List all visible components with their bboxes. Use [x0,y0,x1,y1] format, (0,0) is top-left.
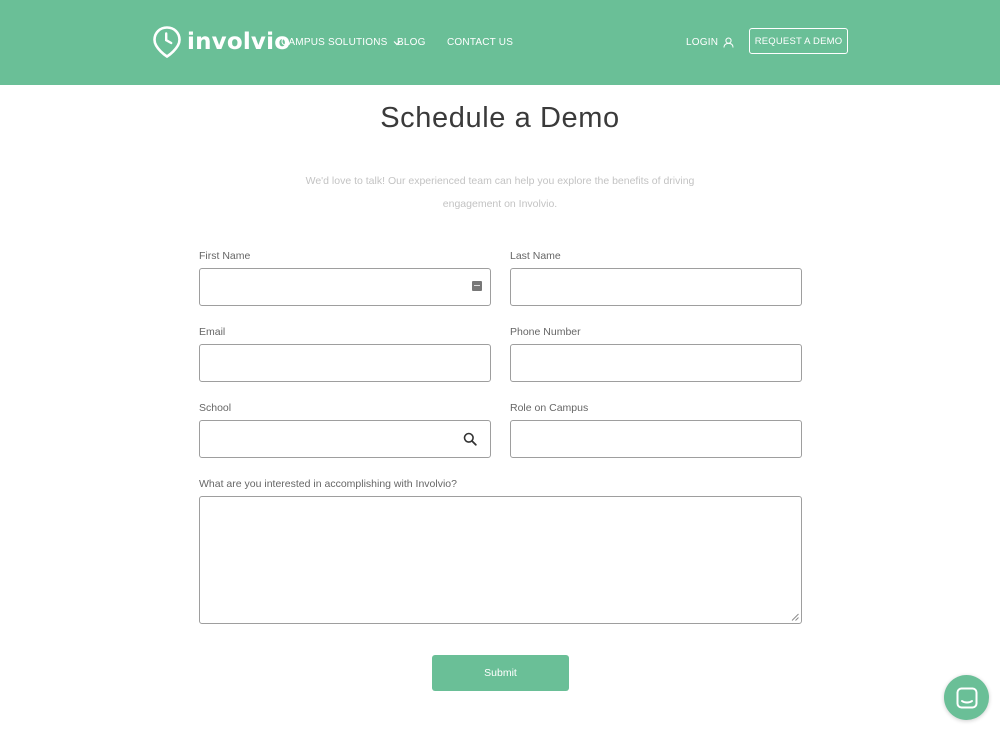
brand-logo[interactable]: involvio [153,26,290,58]
brand-name: involvio [187,28,291,55]
email-field[interactable] [199,344,491,382]
nav-login-label: LOGIN [686,37,719,48]
nav-blog[interactable]: BLOG [397,0,426,85]
last-name-input[interactable] [511,269,801,305]
request-demo-button[interactable]: REQUEST A DEMO [749,28,848,54]
last-name-field[interactable] [510,268,802,306]
intro-text: We'd love to talk! Our experienced team … [305,175,695,210]
first-name-field[interactable] [199,268,491,306]
role-field[interactable] [510,420,802,458]
chat-launcher-button[interactable] [944,675,989,720]
phone-input[interactable] [511,345,801,381]
chat-bubble-icon [956,687,977,708]
role-input[interactable] [511,421,801,457]
interest-field[interactable] [199,496,802,624]
search-icon[interactable] [463,432,477,446]
site-header: involvio CAMPUS SOLUTIONS BLOG CONTACT U… [0,0,1000,85]
interest-textarea[interactable] [200,497,801,623]
phone-field[interactable] [510,344,802,382]
contact-card-icon[interactable] [472,281,482,291]
resize-grip-icon[interactable] [791,613,799,621]
nav-campus-solutions[interactable]: CAMPUS SOLUTIONS [281,0,401,85]
school-field[interactable] [199,420,491,458]
page-title: Schedule a Demo [380,102,620,134]
school-input[interactable] [200,421,490,457]
role-label: Role on Campus [510,402,589,414]
nav-login[interactable]: LOGIN [686,0,734,85]
phone-label: Phone Number [510,326,581,338]
first-name-input[interactable] [200,269,490,305]
location-pin-clock-icon [153,26,181,58]
interest-label: What are you interested in accomplishing… [199,478,457,490]
first-name-label: First Name [199,250,251,262]
email-label: Email [199,326,226,338]
nav-contact-label: CONTACT US [447,37,514,48]
user-icon [723,37,734,48]
email-input[interactable] [200,345,490,381]
nav-campus-solutions-label: CAMPUS SOLUTIONS [281,37,388,48]
school-label: School [199,402,232,414]
submit-button[interactable]: Submit [432,655,569,691]
last-name-label: Last Name [510,250,561,262]
nav-contact-us[interactable]: CONTACT US [447,0,513,85]
nav-blog-label: BLOG [397,37,426,48]
